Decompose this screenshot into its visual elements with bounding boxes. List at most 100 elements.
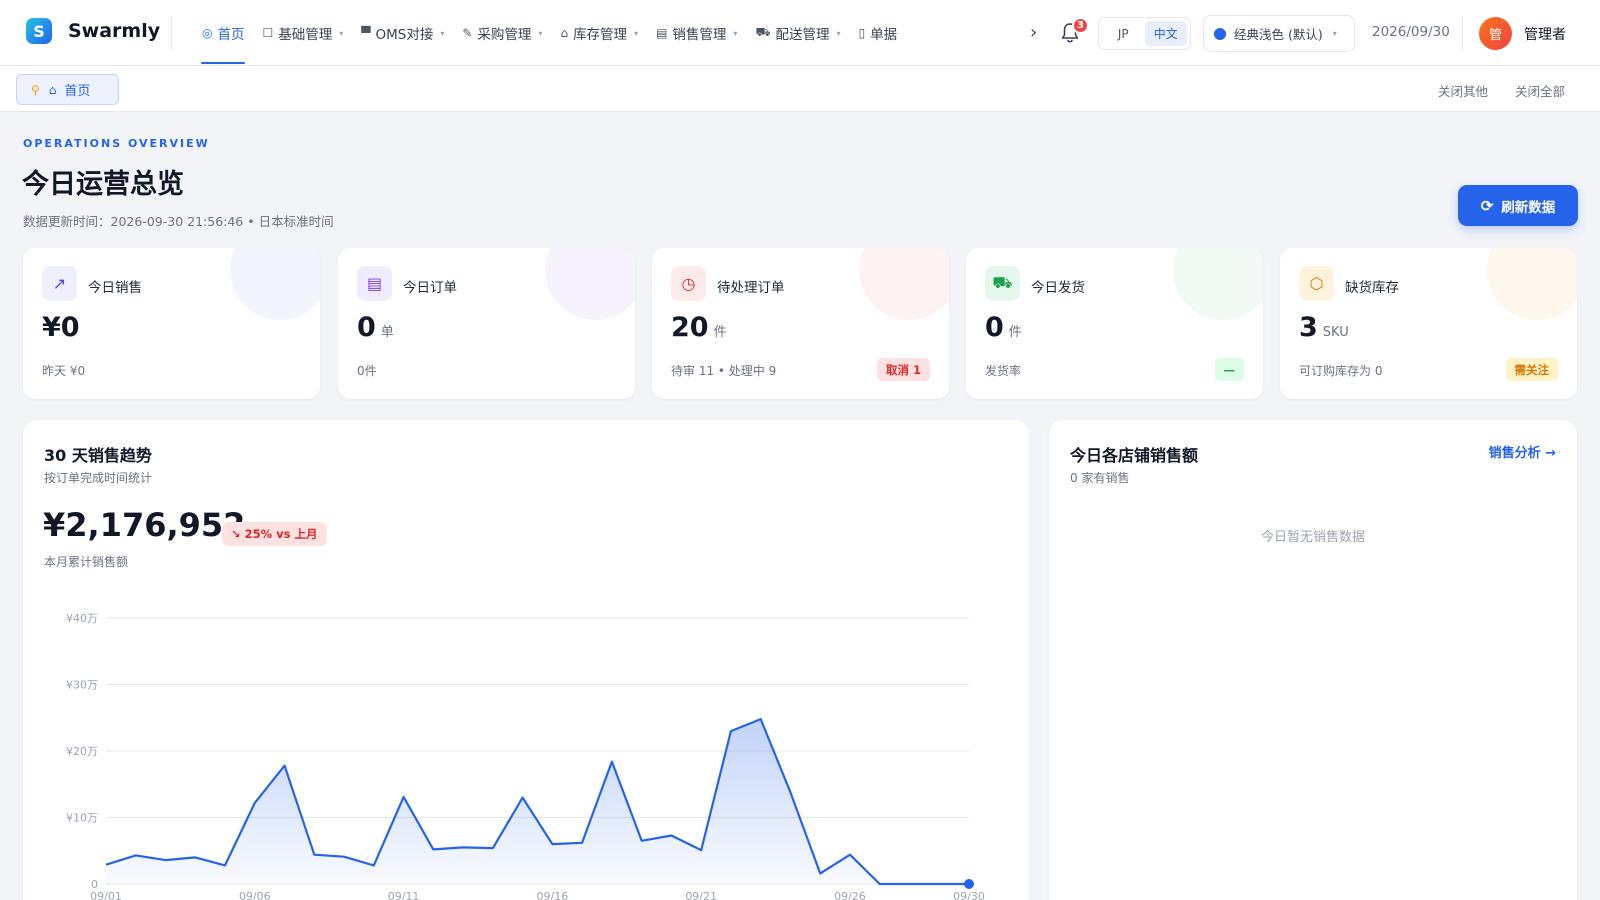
store-icon: ▀	[361, 26, 371, 40]
theme-select[interactable]: 经典浅色 (默认) ▾	[1203, 15, 1355, 52]
stat-label: 缺货库存	[1345, 280, 1399, 296]
tab-bar: ⚲ ⌂ 首页 关闭其他 关闭全部	[0, 66, 1600, 112]
nav-item-3[interactable]: ✎ 采购管理 ▾	[453, 0, 551, 66]
nav-item-label: 库存管理	[573, 27, 628, 43]
nav-item-label: 首页	[217, 27, 245, 43]
lang-option-jp[interactable]: JP	[1102, 21, 1145, 46]
trend-up-icon: ↗	[42, 266, 77, 301]
stat-subtext: 可订购库存为 0	[1299, 364, 1383, 378]
stat-subtext: 待审 11 • 处理中 9	[671, 364, 777, 378]
book-icon: ▯	[858, 26, 866, 40]
stat-subtext: 昨天 ¥0	[42, 364, 86, 378]
stat-number: 0	[357, 312, 376, 343]
nav-item-0[interactable]: ◎ 首页	[193, 0, 253, 66]
user-divider	[1462, 16, 1463, 50]
tab-home[interactable]: ⚲ ⌂ 首页	[16, 74, 119, 105]
close-all-button[interactable]: 关闭全部	[1515, 81, 1565, 100]
stat-value: ¥0	[42, 312, 85, 343]
status-badge: 需关注	[1505, 358, 1558, 381]
stat-number: 0	[985, 312, 1004, 343]
nav-more-chevron-icon[interactable]: ›	[1030, 22, 1037, 43]
lang-option-zh[interactable]: 中文	[1144, 21, 1187, 46]
truck-icon: ⛟	[985, 266, 1020, 301]
card-decoration	[545, 248, 635, 320]
clock-icon: ◷	[671, 266, 706, 301]
box-icon: ☐	[262, 26, 274, 40]
stat-number: 3	[1299, 312, 1318, 343]
stat-unit: 单	[380, 325, 394, 340]
x-tick-label: 09/01	[90, 890, 122, 900]
avatar[interactable]: 管	[1479, 17, 1512, 50]
user-name[interactable]: 管理者	[1524, 24, 1566, 44]
theme-color-dot	[1214, 27, 1226, 40]
chevron-down-icon: ▾	[339, 28, 344, 38]
stat-number: 20	[671, 312, 709, 343]
chevron-down-icon: ▾	[836, 28, 841, 38]
sales-trend-panel: 30 天销售趋势 按订单完成时间统计 ¥2,176,952 ↘ 25% vs 上…	[23, 420, 1029, 900]
dashboard-icon: ◎	[202, 26, 213, 40]
stat-label: 今日发货	[1031, 280, 1085, 296]
data-point	[964, 879, 974, 889]
notification-badge: 3	[1072, 17, 1089, 34]
tab-label: 首页	[64, 84, 91, 99]
warehouse-icon: ⌂	[560, 26, 569, 40]
store-sales-panel: 今日各店铺销售额 0 家有销售 销售分析 → 今日暂无销售数据	[1049, 420, 1577, 900]
nav-item-7[interactable]: ▯ 单据	[850, 0, 907, 66]
x-tick-label: 09/21	[685, 890, 717, 900]
nav-item-label: OMS对接	[375, 27, 434, 43]
y-tick-label: ¥40万	[66, 612, 98, 625]
nav-item-5[interactable]: ▤ 销售管理 ▾	[647, 0, 746, 66]
sales-analysis-link[interactable]: 销售分析 →	[1489, 442, 1556, 461]
stat-label: 今日订单	[403, 280, 457, 296]
chevron-down-icon: ▾	[440, 28, 445, 38]
chevron-down-icon: ▾	[733, 28, 738, 38]
stat-card-sales[interactable]: ↗ 今日销售 ¥0 昨天 ¥0	[23, 248, 320, 399]
y-tick-label: ¥30万	[66, 679, 98, 692]
nav-item-label: 销售管理	[672, 27, 727, 43]
close-others-button[interactable]: 关闭其他	[1438, 81, 1488, 100]
stat-card-orders[interactable]: ▤ 今日订单 0 单 0件	[338, 248, 635, 399]
card-decoration	[230, 248, 320, 320]
main-nav: ◎ 首页 ☐ 基础管理 ▾ ▀ OMS对接 ▾ ✎ 采购管理 ▾ ⌂ 库存管理 ▾ ▤ 销售管理 ▾ ⛟ 配送管理 ▾…	[193, 0, 1025, 66]
y-tick-label: ¥10万	[66, 812, 98, 825]
sales-trend-chart[interactable]: 0¥10万¥20万¥30万¥40万09/01 09/06 09/11 09/16 09/…	[23, 420, 1029, 900]
nav-item-1[interactable]: ☐ 基础管理 ▾	[253, 0, 352, 66]
nav-item-2[interactable]: ▀ OMS对接 ▾	[352, 0, 453, 66]
empty-state-text: 今日暂无销售数据	[1260, 530, 1365, 545]
document-icon: ▤	[656, 26, 668, 40]
chevron-down-icon: ▾	[1332, 29, 1337, 38]
store-sales-subtitle: 0 家有销售	[1070, 471, 1130, 485]
nav-item-6[interactable]: ⛟ 配送管理 ▾	[746, 0, 849, 66]
x-tick-label: 09/16	[537, 890, 569, 900]
card-decoration	[1173, 248, 1263, 320]
stat-value: 20 件	[671, 312, 727, 343]
status-badge: —	[1214, 358, 1244, 381]
truck-icon: ⛟	[755, 25, 771, 39]
app-logo-icon: S	[26, 18, 52, 44]
clipboard-icon: ▤	[357, 266, 392, 301]
stat-card-shipped[interactable]: ⛟ 今日发货 0 件发货率 —	[966, 248, 1263, 399]
app-name: Swarmly	[68, 20, 161, 42]
stat-card-pending[interactable]: ◷ 待处理订单 20 件待审 11 • 处理中 9 取消 1	[652, 248, 949, 399]
brand[interactable]: S Swarmly	[26, 18, 160, 44]
y-tick-label: ¥20万	[66, 745, 98, 758]
x-tick-label: 09/06	[239, 890, 271, 900]
refresh-data-button[interactable]: ⟳ 刷新数据	[1458, 185, 1578, 226]
stat-unit: 件	[713, 325, 727, 340]
refresh-label: 刷新数据	[1501, 199, 1556, 215]
stat-card-stockout[interactable]: ⬡ 缺货库存 3 SKU 可订购库存为 0 需关注	[1280, 248, 1577, 399]
nav-item-label: 采购管理	[477, 27, 532, 43]
nav-item-label: 配送管理	[775, 27, 830, 43]
current-date: 2026/09/30	[1372, 24, 1450, 40]
page-eyebrow: OPERATIONS OVERVIEW	[23, 137, 210, 150]
status-badge: 取消 1	[876, 358, 930, 381]
stat-value: 3 SKU	[1299, 312, 1349, 343]
theme-label: 经典浅色 (默认)	[1234, 27, 1323, 42]
nav-item-4[interactable]: ⌂ 库存管理 ▾	[551, 0, 647, 66]
x-tick-label: 09/26	[834, 890, 866, 900]
stat-unit: SKU	[1322, 325, 1349, 340]
pin-icon[interactable]: ⚲	[31, 83, 40, 97]
chevron-down-icon: ▾	[538, 28, 543, 38]
stat-subtext: 0件	[357, 364, 377, 378]
card-decoration	[1487, 248, 1577, 320]
